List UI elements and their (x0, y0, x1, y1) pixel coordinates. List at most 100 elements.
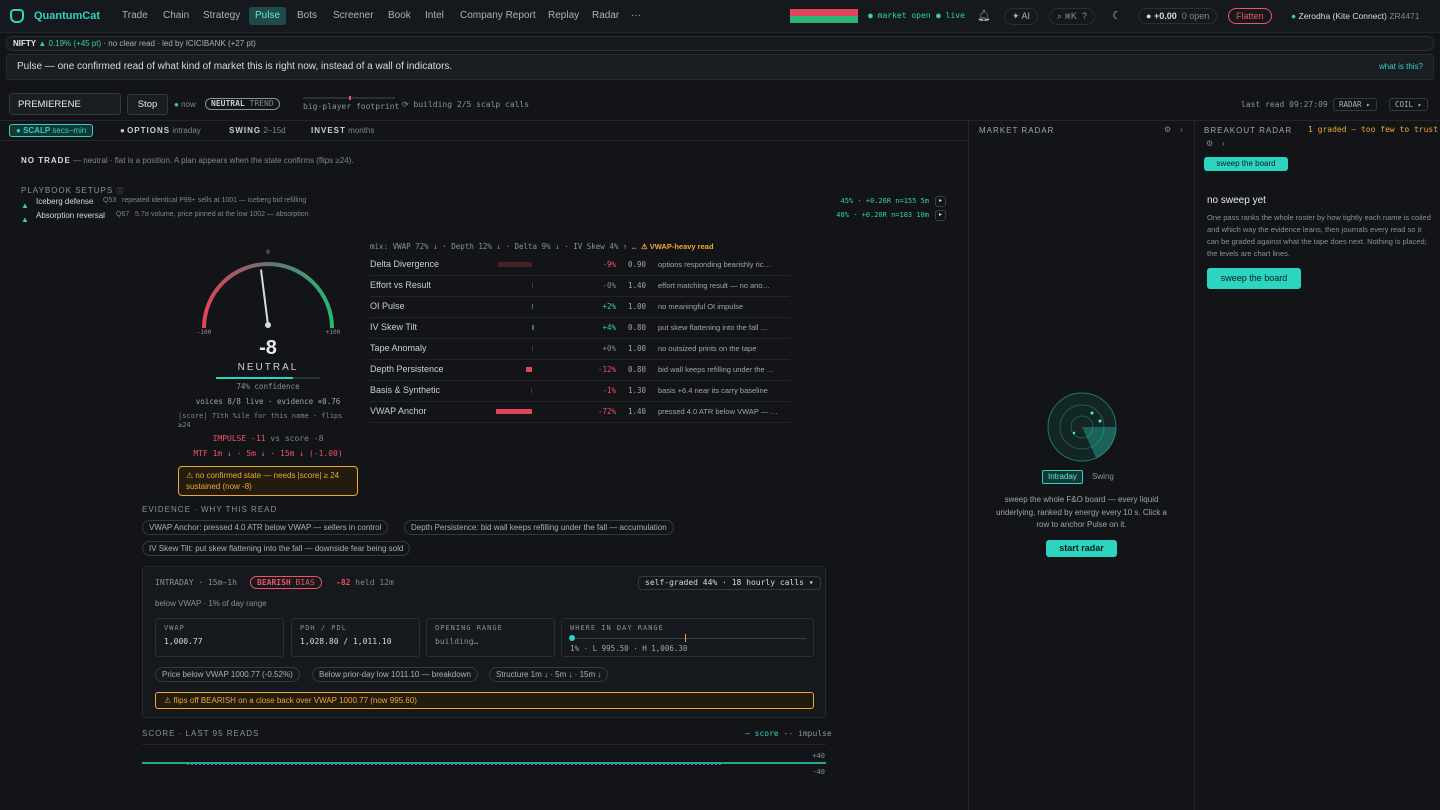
nav-item-trade[interactable]: Trade (116, 7, 154, 25)
tab-invest[interactable]: INVEST months (311, 126, 374, 135)
day-range-track (569, 634, 806, 642)
score-history-chart: +40 -40 (142, 752, 826, 776)
command-palette-button[interactable]: ⌕ ⌘K ? (1049, 8, 1095, 25)
now-indicator: ● now (174, 100, 196, 109)
signal-name: Basis & Synthetic (370, 385, 441, 395)
ai-button[interactable]: ✦ AI (1004, 8, 1039, 25)
gauge-top-label: 0 (266, 249, 270, 256)
vwap-stat: VWAP 1,000.77 (155, 618, 284, 657)
theme-moon-icon[interactable]: ☾ (1112, 9, 1122, 22)
market-strip (790, 9, 858, 23)
mix-line: mix: VWAP 72% ↓ · Depth 12% ↓ · Delta 9%… (370, 242, 714, 251)
gauge-right-label: +100 (326, 329, 341, 336)
signal-desc: put skew flattening into the fall … (658, 323, 769, 332)
tab-swing[interactable]: SWING 2–15d (229, 126, 286, 135)
ticker-leader: · led by ICICIBANK (+27 pt) (157, 39, 256, 48)
signal-row[interactable]: VWAP Anchor -72% 1.40 pressed 4.0 ATR below… (370, 402, 790, 423)
footprint-meter (303, 96, 395, 100)
start-radar-button[interactable]: start radar (1046, 540, 1117, 557)
impulse-label: IMPULSE -11 vs score -8 (212, 434, 324, 443)
signal-row[interactable]: Delta Divergence -9% 0.90 options respondin… (370, 255, 790, 276)
signal-bar (532, 346, 533, 351)
chevron-right-icon[interactable]: › (1222, 139, 1225, 148)
tab-options[interactable]: ● OPTIONS intraday (120, 126, 201, 135)
signal-row[interactable]: Tape Anomaly +0% 1.00 no outsized prints on… (370, 339, 790, 360)
signal-weight: 1.40 (628, 281, 647, 290)
nav-item-company-report[interactable]: Company Report (454, 7, 542, 25)
signal-desc: bid wall keeps refilling under the … (658, 365, 775, 374)
self-graded-dropdown[interactable]: self-graded 44% · 18 hourly calls ▾ (638, 576, 821, 590)
pnl-badge: ● +0.00 0 open (1138, 8, 1218, 24)
signal-name: Effort vs Result (370, 280, 431, 290)
signal-row[interactable]: IV Skew Tilt +4% 0.80 put skew flattening i… (370, 318, 790, 339)
nav-item-replay[interactable]: Replay (542, 7, 585, 25)
evidence-title: EVIDENCE · WHY THIS READ (142, 505, 278, 514)
pulse-info-bar: Pulse — one confirmed read of what kind … (6, 54, 1434, 80)
signal-weight: 1.30 (628, 386, 647, 395)
play-icon[interactable]: ▸ (935, 210, 946, 221)
nav-item-chain[interactable]: Chain (157, 7, 195, 25)
signal-row[interactable]: Effort vs Result -0% 1.40 effort matching r… (370, 276, 790, 297)
breakout-status: 1 graded — too few to trust (1308, 125, 1439, 134)
signal-desc: no outsized prints on the tape (658, 344, 757, 353)
bell-icon[interactable]: 🔔︎ (977, 9, 991, 22)
breakout-radar-title: BREAKOUT RADAR (1204, 126, 1293, 135)
voices-label: voices 8/8 live · evidence ×0.76 (195, 397, 341, 406)
gear-icon[interactable]: ⚙ (1206, 139, 1213, 148)
setup-row[interactable]: ▲ Iceberg defense Q53 repeated identical… (21, 196, 951, 210)
tab-intraday[interactable]: Intraday (1042, 470, 1083, 484)
what-is-this-link[interactable]: what is this? (1379, 55, 1423, 79)
signal-row[interactable]: Basis & Synthetic -1% 1.30 basis +6.4 near … (370, 381, 790, 402)
live-indicator: ● live (936, 11, 965, 20)
signal-name: VWAP Anchor (370, 406, 427, 416)
stop-button[interactable]: Stop (127, 94, 168, 115)
signal-pct: -72% (597, 407, 616, 416)
sweep-board-button[interactable]: sweep the board (1207, 268, 1301, 289)
radar-toggle-button[interactable]: RADAR ▸ (1333, 98, 1377, 111)
reason-chip: Price below VWAP 1000.77 (-0.52%) (155, 667, 300, 682)
signal-desc: basis +6.4 near its carry baseline (658, 386, 768, 395)
ticker-change: ▲ 0.19% (+45 pt) (38, 39, 102, 48)
coil-toggle-button[interactable]: COIL ▸ (1389, 98, 1429, 111)
nav-item-strategy[interactable]: Strategy (197, 7, 246, 25)
gear-icon[interactable]: ⚙ (1164, 125, 1171, 134)
chevron-right-icon[interactable]: › (1180, 125, 1183, 134)
signal-pct: +2% (602, 302, 616, 311)
signal-bar (532, 325, 534, 330)
signal-pct: -0% (602, 281, 616, 290)
nav-item-intel[interactable]: Intel (419, 7, 450, 25)
day-range-stat: WHERE IN DAY RANGE 1% · L 995.50 · H 1,0… (561, 618, 814, 657)
nav-item-radar[interactable]: Radar (586, 7, 625, 25)
broker-status[interactable]: ● Zerodha (Kite Connect) ZR4471 (1291, 11, 1420, 21)
trend-badge: NEUTRAL TREND (205, 98, 280, 110)
reason-chip: Structure 1m ↓ · 5m ↓ · 15m ↓ (489, 667, 609, 682)
signal-weight: 0.80 (628, 323, 647, 332)
symbol-input[interactable]: PREMIERENE (9, 93, 121, 115)
nav-item-pulse[interactable]: Pulse (249, 7, 287, 25)
signal-row[interactable]: OI Pulse +2% 1.00 no meaningful OI impulse (370, 297, 790, 318)
tab-swing-radar[interactable]: Swing (1092, 472, 1114, 481)
nav-item-bots[interactable]: Bots (291, 7, 323, 25)
radar-icon (1047, 392, 1117, 462)
signal-bar (532, 283, 533, 288)
signal-row[interactable]: Depth Persistence -12% 0.80 bid wall keeps … (370, 360, 790, 381)
pdh-pdl-stat: PDH / PDL 1,028.80 / 1,011.10 (291, 618, 420, 657)
nav-item-book[interactable]: Book (382, 7, 417, 25)
flatten-button[interactable]: Flatten (1228, 8, 1272, 24)
mtf-label: MTF 1m ↓ · 5m ↓ · 15m ↓ (-1.00) (193, 449, 343, 458)
top-bar: QuantumCat Trade Chain Strategy Pulse Bots Sc… (0, 0, 1440, 33)
setup-row[interactable]: ▲ Absorption reversal Q67 5.7σ volume, p… (21, 210, 951, 224)
nav-item-screener[interactable]: Screener (327, 7, 380, 25)
signal-name: Delta Divergence (370, 259, 440, 269)
evidence-chip: VWAP Anchor: pressed 4.0 ATR below VWAP … (142, 520, 389, 535)
sweep-board-small-button[interactable]: sweep the board (1204, 157, 1288, 171)
ticker-symbol: NIFTY (13, 39, 37, 48)
index-ticker: NIFTY ▲ 0.19% (+45 pt) · no clear read ·… (6, 36, 1434, 51)
score-legend: — score -- impulse (745, 729, 832, 738)
nav-item-[interactable]: ··· (625, 7, 647, 25)
play-icon[interactable]: ▸ (935, 196, 946, 207)
divider (1194, 121, 1195, 810)
signal-bar (531, 388, 532, 393)
signal-name: IV Skew Tilt (370, 322, 418, 332)
tab-scalp[interactable]: ● SCALP intradaysecs–min (9, 124, 94, 137)
